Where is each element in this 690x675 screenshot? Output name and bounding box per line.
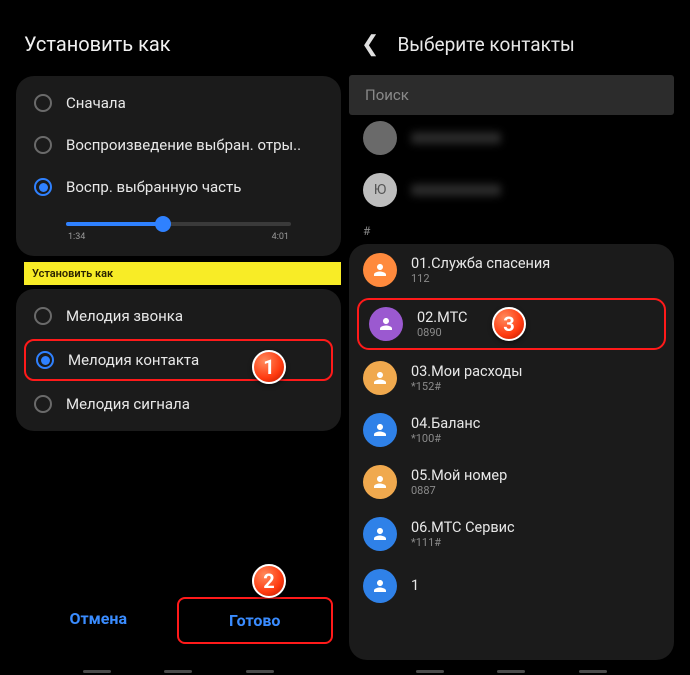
nav-home-icon[interactable] — [164, 670, 192, 673]
person-icon — [363, 517, 397, 551]
nav-back-icon[interactable] — [246, 670, 274, 673]
set-as-chip: Установить как — [24, 262, 341, 285]
nav-recent-icon[interactable] — [416, 670, 444, 673]
nav-bar — [16, 664, 341, 675]
contact-sub: 0887 — [411, 484, 507, 497]
contact-name: 04.Баланс — [411, 415, 480, 432]
person-icon — [363, 569, 397, 603]
nav-back-icon[interactable] — [579, 670, 607, 673]
left-screen: Установить как Сначала Воспроизведение в… — [16, 10, 341, 675]
contact-row[interactable]: 03.Мои расходы*152# — [349, 352, 674, 404]
contact-text: 06.МТС Сервис*111# — [411, 519, 515, 550]
step-badge-3: 3 — [492, 307, 526, 341]
contact-text: 03.Мои расходы*152# — [411, 363, 522, 394]
recent-contact[interactable] — [349, 117, 674, 164]
step-badge-1: 1 — [252, 350, 286, 384]
person-icon — [363, 253, 397, 287]
person-icon — [369, 307, 403, 341]
slider-times: 1:34 4:01 — [66, 232, 291, 242]
contact-text: 05.Мой номер0887 — [411, 467, 507, 498]
option-label: Мелодия звонка — [66, 307, 183, 325]
time-end: 4:01 — [272, 232, 289, 242]
done-button[interactable]: Готово — [177, 597, 334, 644]
contact-sub: 0890 — [417, 326, 467, 339]
contact-text: 04.Баланс*100# — [411, 415, 480, 446]
nav-bar — [349, 664, 674, 675]
contact-text: 01.Служба спасения112 — [411, 255, 550, 286]
step-badge-2: 2 — [252, 564, 286, 598]
header-title: Выберите контакты — [397, 33, 574, 56]
playback-option-2[interactable]: Воспр. выбранную часть — [16, 166, 341, 208]
set-as-card: Мелодия звонка Мелодия контакта Мелодия … — [16, 289, 341, 431]
contact-row[interactable]: 04.Баланс*100# — [349, 404, 674, 456]
option-label: Мелодия сигнала — [66, 395, 190, 413]
cancel-button[interactable]: Отмена — [22, 597, 175, 644]
nav-recent-icon[interactable] — [83, 670, 111, 673]
contact-text: 02.МТС0890 — [417, 309, 467, 340]
playback-option-0[interactable]: Сначала — [16, 82, 341, 124]
nav-home-icon[interactable] — [497, 670, 525, 673]
contact-name: 06.МТС Сервис — [411, 519, 515, 536]
recent-contact[interactable]: Ю — [349, 164, 674, 216]
radio-icon — [34, 178, 52, 196]
contact-sub: *111# — [411, 536, 515, 549]
set-as-ringtone[interactable]: Мелодия звонка — [16, 295, 341, 337]
contact-name: 01.Служба спасения — [411, 255, 550, 272]
playback-option-1[interactable]: Воспроизведение выбран. отры.. — [16, 124, 341, 166]
playback-slider-wrap: 1:34 4:01 — [16, 208, 341, 250]
slider-thumb[interactable] — [155, 216, 171, 232]
playback-slider[interactable] — [66, 222, 291, 226]
radio-icon — [34, 94, 52, 112]
contact-name: 05.Мой номер — [411, 467, 507, 484]
contact-name: 03.Мои расходы — [411, 363, 522, 380]
option-label: Сначала — [66, 94, 126, 112]
blurred-name — [411, 184, 501, 196]
radio-icon — [34, 395, 52, 413]
option-label: Воспроизведение выбран. отры.. — [66, 136, 301, 154]
contact-name: 02.МТС — [417, 309, 467, 326]
contact-sub: *152# — [411, 380, 522, 393]
back-icon[interactable]: ❮ — [361, 32, 379, 57]
contact-row[interactable]: 05.Мой номер0887 — [349, 456, 674, 508]
radio-icon — [34, 307, 52, 325]
set-as-contact[interactable]: Мелодия контакта — [24, 339, 333, 381]
contact-text: 1 — [411, 577, 419, 594]
set-as-alarm[interactable]: Мелодия сигнала — [16, 383, 341, 425]
playback-card: Сначала Воспроизведение выбран. отры.. В… — [16, 76, 341, 256]
time-start: 1:34 — [68, 232, 85, 242]
contact-row[interactable]: 01.Служба спасения112 — [349, 244, 674, 296]
contact-name: 1 — [411, 577, 419, 594]
avatar: Ю — [363, 173, 397, 207]
blurred-name — [411, 132, 501, 144]
contact-row[interactable]: 1 — [349, 560, 674, 612]
avatar — [363, 121, 397, 155]
footer-actions: Отмена Готово — [16, 597, 341, 664]
search-input[interactable]: Поиск — [349, 75, 674, 115]
person-icon — [363, 465, 397, 499]
contact-sub: 112 — [411, 272, 550, 285]
page-title: Установить как — [16, 10, 341, 76]
header: ❮ Выберите контакты — [349, 10, 674, 75]
contact-row[interactable]: 06.МТС Сервис*111# — [349, 508, 674, 560]
right-screen: ❮ Выберите контакты Поиск Ю # 01.Служба … — [349, 10, 674, 675]
section-label: # — [349, 216, 674, 240]
radio-icon — [34, 136, 52, 154]
person-icon — [363, 413, 397, 447]
option-label: Мелодия контакта — [68, 351, 199, 369]
slider-fill — [66, 222, 163, 226]
radio-icon — [36, 351, 54, 369]
person-icon — [363, 361, 397, 395]
option-label: Воспр. выбранную часть — [66, 178, 241, 196]
contact-sub: *100# — [411, 432, 480, 445]
